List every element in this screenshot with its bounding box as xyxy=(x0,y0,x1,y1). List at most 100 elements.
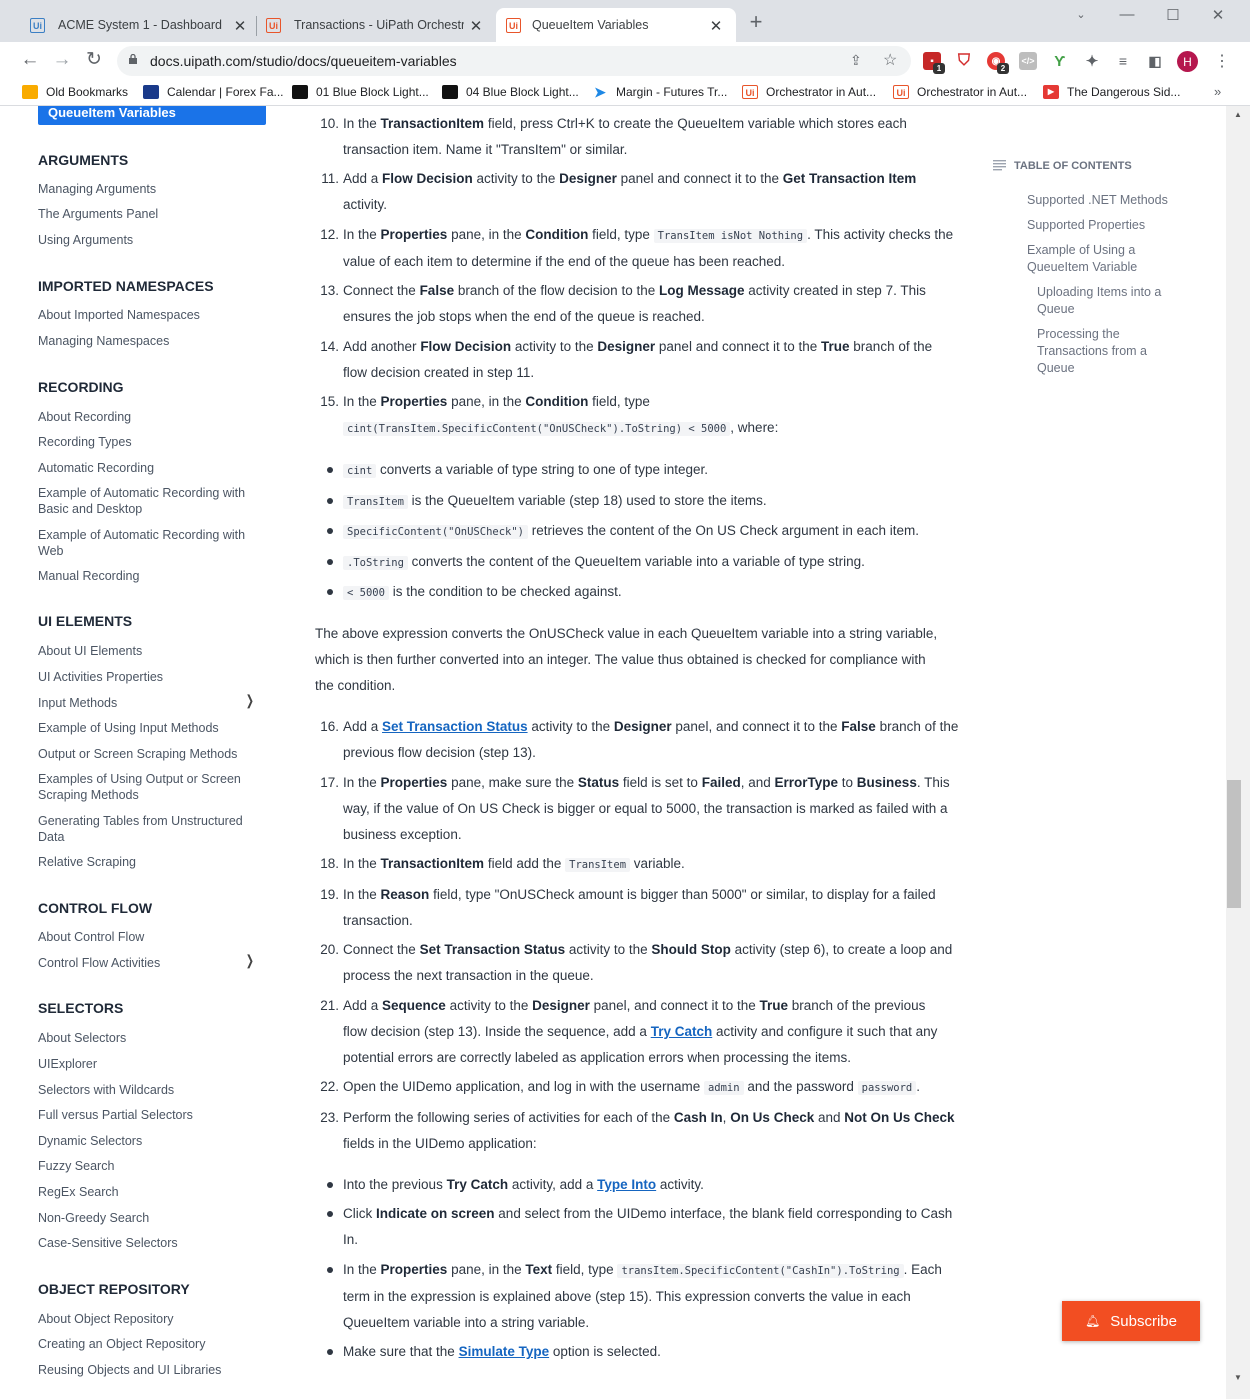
tab-queueitem-variables[interactable]: Ui QueueItem Variables ✕ xyxy=(496,8,736,42)
close-tab-icon[interactable]: ✕ xyxy=(468,17,484,35)
sidebar-item[interactable]: The Arguments Panel xyxy=(38,206,258,222)
bookmark-item[interactable]: Ui Orchestrator in Aut... xyxy=(893,85,1027,99)
sidebar-item[interactable]: About UI Elements xyxy=(38,643,258,659)
bookmark-label: Orchestrator in Aut... xyxy=(766,85,877,99)
bookmark-item[interactable]: 04 Blue Block Light... xyxy=(442,85,579,99)
step-text: activity. xyxy=(343,197,388,212)
bookmark-item[interactable]: ➤ Margin - Futures Tr... xyxy=(592,85,727,99)
sidebar-item[interactable]: Input Methods xyxy=(38,695,258,711)
scroll-up-icon[interactable]: ▲ xyxy=(1234,110,1242,119)
bookmark-item[interactable]: Calendar | Forex Fa... xyxy=(143,85,284,99)
maximize-icon[interactable]: ☐ xyxy=(1158,6,1188,24)
tab-transactions[interactable]: Ui Transactions - UiPath Orchestrato ✕ xyxy=(266,8,484,42)
toc-item[interactable]: Uploading Items into a Queue xyxy=(1037,284,1177,318)
sidebar-item[interactable]: Managing Namespaces xyxy=(38,333,258,349)
inline-code: password xyxy=(857,1081,917,1095)
text: In the xyxy=(343,116,381,131)
sidebar-item[interactable]: Manual Recording xyxy=(38,568,258,584)
reload-icon[interactable]: ↻ xyxy=(82,50,106,70)
chevron-right-icon[interactable]: ❯ xyxy=(246,952,254,969)
toc-item[interactable]: Example of Using a QueueItem Variable xyxy=(1027,242,1157,276)
bookmarks-overflow-icon[interactable]: » xyxy=(1214,84,1221,99)
forward-arrow-icon[interactable]: → xyxy=(50,50,74,70)
bookmark-item[interactable]: 01 Blue Block Light... xyxy=(292,85,429,99)
devtools-extension-icon[interactable]: </> xyxy=(1019,52,1037,70)
sidebar-item[interactable]: Relative Scraping xyxy=(38,854,258,870)
sidebar-item[interactable]: Example of Automatic Recording with Basi… xyxy=(38,485,258,517)
uipath-icon: Ui xyxy=(893,85,909,99)
sidebar-item[interactable]: Non-Greedy Search xyxy=(38,1210,258,1226)
branch-extension-icon[interactable]: Ƴ xyxy=(1051,52,1069,70)
sidebar-item[interactable]: RegEx Search xyxy=(38,1184,258,1200)
sidebar-item[interactable]: Generating Tables from Unstructured Data xyxy=(38,813,258,845)
chevron-right-icon[interactable]: ❯ xyxy=(246,692,254,709)
sidebar-item[interactable]: About Control Flow xyxy=(38,929,258,945)
sidebar-item[interactable]: Full versus Partial Selectors xyxy=(38,1107,258,1123)
sidebar-item[interactable]: Recording Types xyxy=(38,434,258,450)
text: activity (step 6), to create a loop and xyxy=(730,942,953,957)
simulate-type-link[interactable]: Simulate Type xyxy=(459,1344,550,1359)
tab-acme[interactable]: Ui ACME System 1 - Dashboard ✕ xyxy=(30,8,248,42)
sidebar-item[interactable]: Example of Automatic Recording with Web xyxy=(38,527,258,559)
toc-item[interactable]: Processing the Transactions from a Queue xyxy=(1037,326,1167,377)
text: pane, in the xyxy=(447,227,526,242)
reading-list-icon[interactable]: ≡ xyxy=(1114,52,1132,70)
sidebar-item[interactable]: About Selectors xyxy=(38,1030,258,1046)
bookmark-item[interactable]: Ui Orchestrator in Aut... xyxy=(742,85,876,99)
address-bar[interactable]: docs.uipath.com/studio/docs/queueitem-va… xyxy=(117,46,911,76)
step-text: flow decision (step 13). Inside the sequ… xyxy=(343,1023,937,1041)
sidebar-item[interactable]: Creating an Object Repository xyxy=(38,1336,258,1352)
sidebar-item[interactable]: Output or Screen Scraping Methods xyxy=(38,746,258,762)
share-icon[interactable]: ⇪ xyxy=(850,52,862,69)
sidebar-item[interactable]: Reusing Objects and UI Libraries xyxy=(38,1362,258,1378)
brave-shield-icon[interactable]: ⛉ xyxy=(955,52,973,70)
scroll-thumb[interactable] xyxy=(1227,780,1241,908)
tab-search-icon[interactable]: ⌄ xyxy=(1066,8,1096,21)
sidebar-item[interactable]: Fuzzy Search xyxy=(38,1158,258,1174)
bookmark-folder[interactable]: Old Bookmarks xyxy=(22,85,128,99)
sidebar-item[interactable]: Using Arguments xyxy=(38,232,258,248)
new-tab-button[interactable]: + xyxy=(744,11,768,33)
sidebar-item[interactable]: Example of Using Input Methods xyxy=(38,720,258,736)
close-tab-icon[interactable]: ✕ xyxy=(708,17,724,35)
sidebar-item[interactable]: Dynamic Selectors xyxy=(38,1133,258,1149)
bookmark-label: 01 Blue Block Light... xyxy=(316,85,429,99)
more-menu-icon[interactable]: ⋮ xyxy=(1214,51,1230,71)
sidebar-item[interactable]: UIExplorer xyxy=(38,1056,258,1072)
sidebar-item[interactable]: Examples of Using Output or Screen Scrap… xyxy=(38,771,258,803)
page-scrollbar[interactable]: ▲ ▼ xyxy=(1226,106,1250,1399)
sidebar-item[interactable]: Managing Arguments xyxy=(38,181,258,197)
bullet xyxy=(327,1211,333,1217)
profile-avatar[interactable]: H xyxy=(1177,51,1198,72)
puzzle-extensions-icon[interactable]: ✦ xyxy=(1083,52,1101,70)
side-panel-icon[interactable]: ◧ xyxy=(1146,52,1164,70)
set-transaction-status-link[interactable]: Set Transaction Status xyxy=(382,719,528,734)
step-number: 14. xyxy=(320,339,339,354)
sidebar-item[interactable]: About Imported Namespaces xyxy=(38,307,258,323)
bold-term: Designer xyxy=(532,998,590,1013)
subscribe-button[interactable]: 🔔︎ Subscribe xyxy=(1062,1301,1200,1341)
close-window-icon[interactable]: ✕ xyxy=(1203,6,1233,24)
bold-term: False xyxy=(841,719,876,734)
type-into-link[interactable]: Type Into xyxy=(597,1177,656,1192)
sidebar-item[interactable]: UI Activities Properties xyxy=(38,669,258,685)
inline-code: cint(TransItem.SpecificContent("OnUSChec… xyxy=(343,422,731,436)
sidebar-item[interactable]: Selectors with Wildcards xyxy=(38,1082,258,1098)
back-arrow-icon[interactable]: ← xyxy=(18,50,42,70)
toc-item[interactable]: Supported .NET Methods xyxy=(1027,192,1187,209)
sidebar-item-queueitem-variables[interactable]: QueueItem Variables xyxy=(38,106,266,125)
bookmark-item[interactable]: ▶ The Dangerous Sid... xyxy=(1043,85,1180,99)
sidebar-item[interactable]: Case-Sensitive Selectors xyxy=(38,1235,258,1251)
sidebar-item[interactable]: About Recording xyxy=(38,409,258,425)
minimize-icon[interactable]: — xyxy=(1112,6,1142,23)
close-tab-icon[interactable]: ✕ xyxy=(232,17,248,35)
bullet-text: QueueItem variable into a string variabl… xyxy=(343,1315,590,1330)
sidebar-item[interactable]: About Object Repository xyxy=(38,1311,258,1327)
step-number: 22. xyxy=(320,1079,339,1094)
sidebar-item[interactable]: Control Flow Activities xyxy=(38,955,258,971)
bookmark-star-icon[interactable]: ☆ xyxy=(883,50,897,70)
try-catch-link[interactable]: Try Catch xyxy=(651,1024,713,1039)
scroll-down-icon[interactable]: ▼ xyxy=(1234,1373,1242,1382)
sidebar-item[interactable]: Automatic Recording xyxy=(38,460,258,476)
toc-item[interactable]: Supported Properties xyxy=(1027,217,1187,234)
